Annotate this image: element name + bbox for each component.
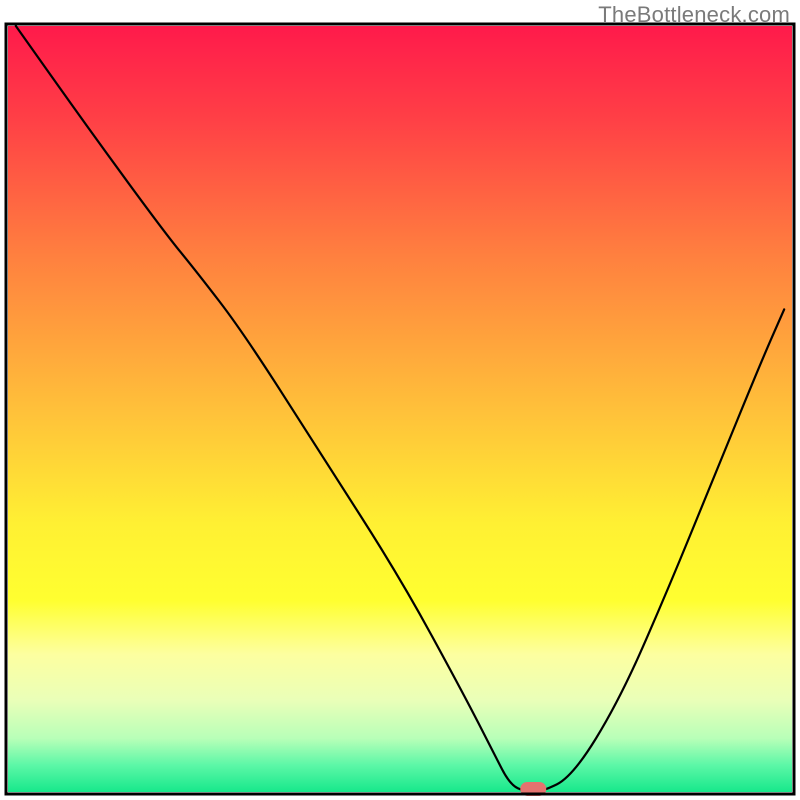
chart-svg: [0, 0, 800, 800]
watermark-text: TheBottleneck.com: [598, 2, 790, 28]
chart-background: [8, 26, 792, 792]
bottleneck-chart: TheBottleneck.com: [0, 0, 800, 800]
